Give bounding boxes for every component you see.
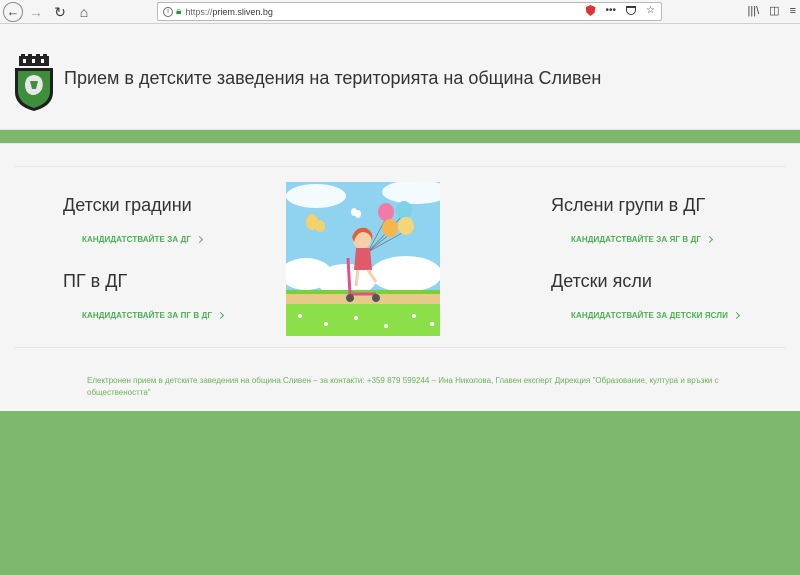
forward-arrow-icon[interactable]: →: [27, 3, 45, 21]
apply-preparatory-group-label: КАНДИДАТСТВАЙТЕ ЗА ПГ В ДГ: [82, 311, 213, 320]
pocket-icon[interactable]: [626, 6, 637, 15]
apply-kindergarten-label: КАНДИДАТСТВАЙТЕ ЗА ДГ: [82, 235, 192, 244]
library-icon[interactable]: |||\: [748, 5, 760, 17]
hamburger-menu-icon[interactable]: ≡: [790, 5, 796, 17]
divider: [14, 347, 786, 348]
sliven-coat-of-arms-logo[interactable]: [13, 54, 55, 112]
bookmark-star-icon[interactable]: ☆: [646, 5, 655, 16]
apply-nursery-link[interactable]: КАНДИДАТСТВАЙТЕ ЗА ДЕТСКИ ЯСЛИ: [571, 311, 740, 320]
sidebar-icon[interactable]: ◫: [769, 4, 779, 17]
preparatory-group-title: ПГ в ДГ: [63, 271, 128, 291]
chevron-right-icon: [732, 311, 740, 320]
url-host: priem.sliven.bg: [212, 6, 273, 17]
url-scheme: https://: [185, 6, 213, 17]
url-bar[interactable]: i 🔒︎ https:// priem.sliven.bg ••• ☆: [157, 2, 662, 21]
main-panel: Детски градини КАНДИДАТСТВАЙТЕ ЗА ДГ ПГ …: [0, 143, 800, 411]
chevron-right-icon: [216, 311, 225, 320]
apply-nursery-label: КАНДИДАТСТВАЙТЕ ЗА ДЕТСКИ ЯСЛИ: [571, 311, 728, 320]
site-header: Прием в детските заведения на територият…: [0, 24, 800, 130]
contact-footer-text: Електронен прием в детските заведения на…: [87, 376, 719, 397]
chevron-right-icon: [705, 235, 714, 244]
kindergartens-title: Детски градини: [63, 195, 192, 215]
info-icon[interactable]: i: [163, 6, 173, 17]
apply-nursery-group-link[interactable]: КАНДИДАТСТВАЙТЕ ЗА ЯГ В ДГ: [571, 235, 714, 244]
divider: [14, 166, 786, 167]
apply-nursery-group-label: КАНДИДАТСТВАЙТЕ ЗА ЯГ В ДГ: [571, 235, 702, 244]
reload-icon[interactable]: ↻: [51, 3, 69, 21]
nursery-groups-title: Яслени групи в ДГ: [551, 195, 706, 215]
back-arrow-icon[interactable]: ←: [3, 1, 23, 22]
apply-kindergarten-link[interactable]: КАНДИДАТСТВАЙТЕ ЗА ДГ: [82, 235, 204, 244]
lock-icon: 🔒︎: [176, 6, 182, 17]
page-title: Прием в детските заведения на територият…: [64, 68, 602, 88]
chevron-right-icon: [195, 235, 204, 244]
apply-preparatory-group-link[interactable]: КАНДИДАТСТВАЙТЕ ЗА ПГ В ДГ: [82, 311, 225, 320]
browser-toolbar: ← → ↻ ⌂ i 🔒︎ https:// priem.sliven.bg ••…: [0, 0, 800, 24]
home-icon[interactable]: ⌂: [75, 3, 93, 21]
child-with-balloons-illustration: [286, 182, 440, 336]
nurseries-title: Детски ясли: [551, 271, 652, 291]
page-actions-icon[interactable]: •••: [606, 5, 617, 16]
shield-icon[interactable]: [585, 5, 596, 16]
